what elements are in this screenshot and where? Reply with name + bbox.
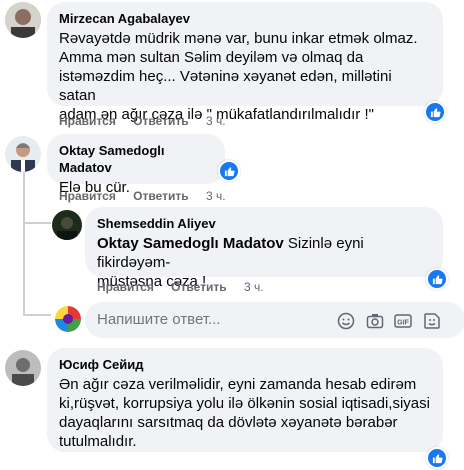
reply-bubble: Shemseddin Aliyev Oktay Samedoglı Madato… [85, 207, 443, 290]
comment-bubble: Oktay Samedoglı Madatov Elə bu cür. [47, 134, 225, 196]
comment-author[interactable]: Oktay Samedoglı Madatov [59, 142, 213, 176]
comment-actions: Нравится Ответить 3 ч. [59, 114, 240, 128]
reply-button[interactable]: Ответить [133, 189, 188, 203]
sticker-icon[interactable] [423, 312, 441, 330]
comment-line: ki,rüşvət, korrupsiya yolu ilə ölkənin s… [59, 395, 430, 412]
comment-line: Oktay Samedoglı Madatov Sizinlə eyni fik… [97, 234, 431, 272]
comment-actions: Нравится Ответить 3 ч. [97, 280, 278, 294]
like-reaction-icon[interactable] [426, 447, 448, 469]
comment-bubble: Mirzecan Agabalayev Rəvayətdə müdrik mən… [47, 2, 443, 123]
like-button[interactable]: Нравится [59, 114, 116, 128]
thread-branch [23, 314, 51, 316]
comment-author[interactable]: Mirzecan Agabalayev [59, 10, 431, 27]
mention-link[interactable]: Oktay Samedoglı Madatov [97, 235, 284, 252]
reply-button[interactable]: Ответить [171, 280, 226, 294]
comment-bubble: Юсиф Сейид Ən ağır cəza verilməlidir, ey… [47, 348, 443, 452]
timestamp[interactable]: 3 ч. [206, 114, 226, 128]
like-button[interactable]: Нравится [59, 189, 116, 203]
comment-line: istəməzdim heç... Vətəninə xəyanət edən,… [59, 68, 392, 104]
comment-actions: Нравится Ответить 3 ч. [59, 189, 240, 203]
comment-line: Ən ağır cəza verilməlidir, eyni zamanda … [59, 376, 417, 393]
reply-button[interactable]: Ответить [133, 114, 188, 128]
comment-line: Rəvayətdə müdrik mənə var, bunu inkar et… [59, 30, 418, 47]
camera-icon[interactable] [366, 312, 384, 330]
avatar-mirzecan[interactable] [5, 2, 41, 38]
comment-author[interactable]: Юсиф Сейид [59, 356, 431, 373]
comment-line: dayaqlarını sarsıtmaq da dövlətə xəyanət… [59, 414, 398, 431]
like-reaction-icon[interactable] [426, 268, 448, 290]
like-reaction-icon[interactable] [424, 101, 446, 123]
svg-text:GIF: GIF [397, 319, 409, 326]
comment-line: tutulmalıdır. [59, 433, 137, 450]
current-user-avatar [55, 306, 81, 332]
comment-line: Amma mən sultan Səlim deyiləm və olmaq d… [59, 49, 364, 66]
reply-input[interactable] [95, 310, 299, 329]
gif-icon[interactable]: GIF [394, 312, 412, 330]
avatar-oktay[interactable] [5, 136, 41, 172]
timestamp[interactable]: 3 ч. [244, 280, 264, 294]
like-button[interactable]: Нравится [97, 280, 154, 294]
timestamp[interactable]: 3 ч. [206, 189, 226, 203]
reply-composer[interactable]: GIF [85, 302, 464, 338]
emoji-icon[interactable] [337, 312, 355, 330]
avatar-yusif[interactable] [5, 350, 41, 386]
like-reaction-icon[interactable] [218, 160, 240, 182]
avatar-shemseddin[interactable] [52, 210, 82, 240]
comment-author[interactable]: Shemseddin Aliyev [97, 215, 431, 232]
thread-line [23, 166, 25, 316]
thread-branch [23, 222, 51, 224]
